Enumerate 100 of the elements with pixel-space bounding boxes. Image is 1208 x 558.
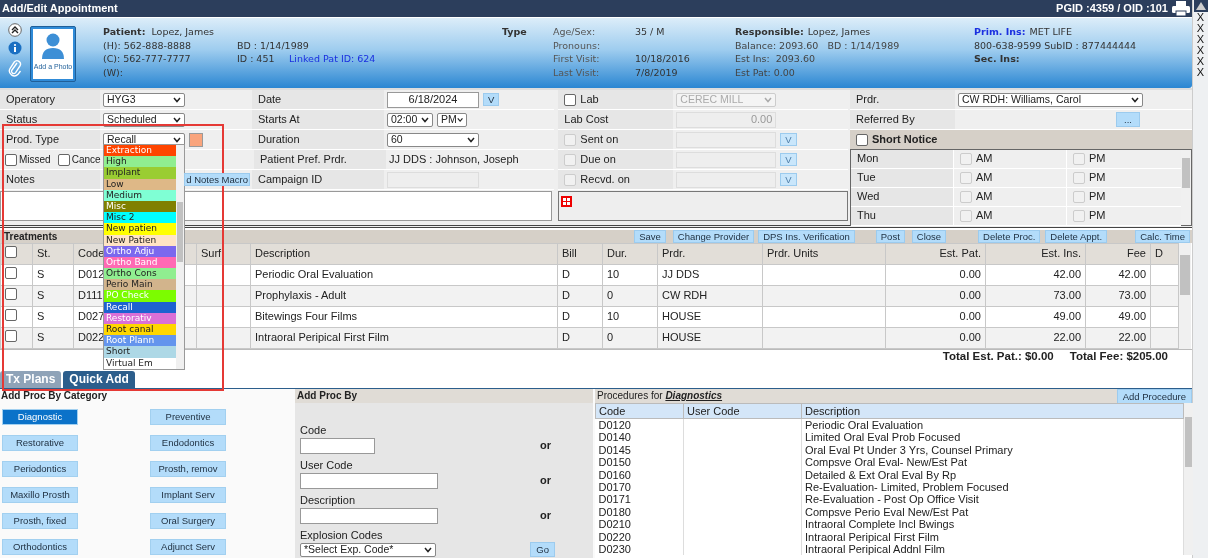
category-button[interactable]: Restorative [2, 435, 78, 451]
dropdown-option[interactable]: Perio Main [104, 279, 176, 291]
caret-icon [173, 136, 181, 143]
close-mark[interactable]: X [1196, 67, 1205, 78]
category-button[interactable]: Endodontics [150, 435, 226, 451]
tab[interactable]: Quick Add [63, 371, 135, 388]
scrollbar[interactable] [1179, 243, 1191, 349]
category-button[interactable]: Periodontics [2, 461, 78, 477]
printer-icon[interactable] [1172, 1, 1190, 16]
dropdown[interactable]: CW RDH: Williams, Carol [958, 92, 1143, 107]
category-button[interactable]: Implant Serv [150, 487, 226, 503]
select-all-checkbox[interactable] [5, 246, 17, 259]
scrollbar[interactable] [176, 145, 184, 369]
total-text: Total Fee: $205.00 [1069, 350, 1168, 362]
more-button[interactable]: ... [1116, 112, 1140, 127]
dropdown-option[interactable]: Recall [104, 301, 176, 313]
checkbox[interactable] [5, 153, 17, 166]
toolbar-button[interactable]: Save [634, 230, 666, 243]
checkbox[interactable] [57, 153, 70, 166]
dropdown-option[interactable]: Misc 2 [104, 212, 176, 224]
table-cell: Limited Oral Eval Prob Focused [801, 431, 1184, 444]
dropdown-option[interactable]: Root canal [104, 324, 176, 336]
collapse-icon[interactable] [8, 23, 22, 37]
category-button[interactable]: Preventive [150, 409, 226, 425]
dropdown-option[interactable]: Short [104, 346, 176, 358]
table-cell: 0.00 [885, 264, 986, 286]
caret-icon [764, 96, 773, 103]
category-button[interactable]: Oral Surgery [150, 513, 226, 529]
category-button[interactable]: Prosth, fixed [2, 513, 78, 529]
scrollbar[interactable] [1184, 403, 1193, 556]
text-field[interactable] [300, 508, 438, 524]
table-cell: Periodic Oral Evaluation [250, 264, 558, 286]
go-button[interactable]: Go [530, 542, 555, 557]
checkbox[interactable] [5, 267, 17, 280]
dropdown-option[interactable]: Implant [104, 167, 176, 179]
toolbar-button[interactable]: Calc. Time [1135, 230, 1190, 243]
toolbar-button[interactable]: Close [911, 230, 947, 243]
dropdown-option[interactable]: Medium [104, 189, 176, 201]
close-mark[interactable]: X [1196, 45, 1205, 56]
field-label: Duration [252, 130, 384, 149]
scrollbar[interactable] [1181, 150, 1191, 225]
dropdown[interactable]: 02:00 [387, 112, 433, 127]
checkbox[interactable] [5, 288, 17, 301]
category-button[interactable]: Adjunct Serv [150, 539, 226, 555]
dropdown-option[interactable]: High [104, 156, 176, 168]
checkbox-label: Lab [580, 92, 599, 107]
toolbar-button[interactable]: Change Provider [672, 230, 755, 243]
dropdown-option[interactable]: Low [104, 178, 176, 190]
field-label: Notes [0, 170, 100, 189]
category-button[interactable]: Maxillo Prosth [2, 487, 78, 503]
category-button[interactable]: Orthodontics [2, 539, 78, 555]
birth-date: BD : 1/14/1989 [237, 38, 310, 52]
date-field[interactable] [676, 151, 777, 168]
toolbar-button[interactable]: Post [875, 230, 905, 243]
date-field[interactable] [676, 171, 777, 188]
macro-button[interactable]: d Notes Macro [184, 173, 250, 186]
dropdown[interactable]: *Select Exp. Code* [300, 542, 436, 557]
checkbox[interactable] [5, 309, 17, 322]
section-title: Procedures for Diagnostics [596, 390, 723, 402]
day-label: Wed [851, 188, 953, 206]
text-field[interactable] [300, 473, 438, 489]
field-label: Campaign ID [252, 170, 384, 189]
dropdown[interactable]: HYG3 [103, 92, 185, 107]
scroll-up-icon[interactable] [1193, 0, 1208, 12]
dropdown-option[interactable]: New Patien [104, 234, 176, 246]
checkbox[interactable] [5, 330, 17, 343]
table-cell: Prophylaxis - Adult [250, 285, 558, 307]
category-button[interactable]: Prosth, remov [150, 461, 226, 477]
dropdown[interactable]: 60 [387, 132, 479, 147]
toolbar-button[interactable]: Delete Appt. [1045, 230, 1108, 243]
date-field[interactable]: 6/18/2024 [387, 91, 479, 108]
dropdown[interactable]: PM [437, 112, 467, 127]
field-label: Last Visit: [553, 65, 601, 79]
dropdown-option[interactable]: New patien [104, 223, 176, 235]
date-field[interactable] [676, 131, 777, 148]
date-picker-button[interactable]: V [483, 93, 500, 106]
close-mark[interactable]: X [1196, 23, 1205, 34]
table-cell: Bitewings Four Films [250, 306, 558, 328]
category-button[interactable]: Diagnostic [2, 409, 78, 425]
dropdown-option[interactable]: Ortho Cons [104, 268, 176, 280]
field-label: Referred By [850, 110, 955, 129]
text-field[interactable] [300, 438, 375, 454]
dropdown-option[interactable]: Ortho Adju [104, 245, 176, 257]
close-mark[interactable]: X [1196, 56, 1205, 67]
checkbox[interactable] [856, 133, 868, 146]
close-mark[interactable]: X [1196, 12, 1205, 23]
grid-icon[interactable] [561, 195, 573, 207]
dropdown-menu[interactable]: Extraction High Implant Low Medium Misc Misc 2 New patien New Patien Ortho Adju Ortho Band Ortho Cons Perio Main PO Check Recall Restorativ Root canal Root Plann Short Virtual Em [103, 144, 185, 370]
toolbar-button[interactable]: DPS Ins. Verification [758, 230, 855, 243]
phone-text: (W): [103, 65, 124, 79]
paperclip-icon[interactable] [8, 59, 22, 77]
toolbar-button[interactable]: Delete Proc. [978, 230, 1041, 243]
info-icon[interactable] [8, 41, 22, 55]
linked-patient-link[interactable]: Linked Pat ID: 624 [289, 52, 502, 66]
account-text: Est Ins: 2093.60 [735, 52, 816, 66]
table-cell: 10 [602, 264, 658, 286]
patient-id: ID : 451 [237, 52, 276, 66]
field-label: Age/Sex: [553, 25, 597, 39]
day-label: Thu [851, 207, 953, 225]
close-mark[interactable]: X [1196, 34, 1205, 45]
